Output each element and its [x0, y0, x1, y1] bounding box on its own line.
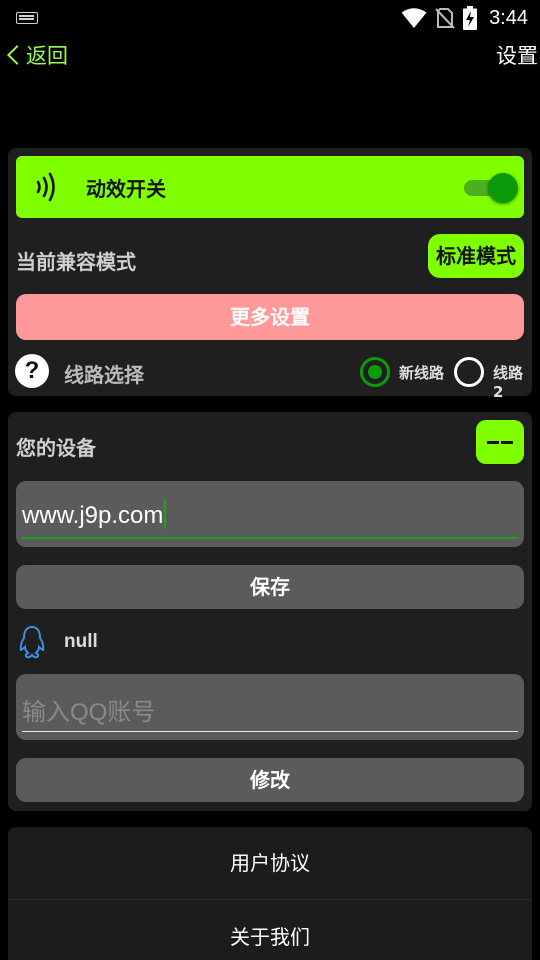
collapse-button[interactable]: [476, 420, 524, 464]
keyboard-icon: [16, 12, 38, 24]
back-button[interactable]: 返回: [4, 40, 68, 70]
no-sim-icon: [435, 7, 455, 29]
wifi-icon: [401, 7, 427, 29]
chevron-left-icon: [7, 45, 27, 65]
modify-button[interactable]: 修改: [16, 758, 524, 802]
top-bar: 返回 设置: [0, 36, 540, 76]
compat-mode-button[interactable]: 标准模式: [428, 234, 524, 278]
menu-item-user-agreement[interactable]: 用户协议: [8, 827, 532, 899]
input-underline: [22, 537, 518, 539]
effect-toggle[interactable]: [462, 171, 518, 203]
route-label: 线路选择: [64, 363, 144, 387]
battery-charging-icon: [463, 6, 478, 30]
effect-switch-label: 动效开关: [86, 177, 166, 201]
menu-item-about-us[interactable]: 关于我们: [8, 901, 532, 960]
toggle-thumb: [488, 173, 518, 203]
divider: [8, 899, 532, 900]
effects-card: 动效开关 当前兼容模式 标准模式 更多设置 ? 线路选择 新线路 线路2: [8, 148, 532, 401]
compat-mode-label: 当前兼容模式: [16, 250, 136, 274]
device-title: 您的设备: [16, 436, 96, 460]
effect-switch-row[interactable]: 动效开关: [16, 156, 524, 218]
vibration-icon: [34, 170, 62, 208]
page-title: 设置: [496, 44, 538, 68]
route-option-new-label[interactable]: 新线路: [399, 362, 444, 383]
status-bar: 3:44: [0, 0, 540, 36]
status-time: 3:44: [489, 6, 528, 29]
input-underline: [22, 730, 518, 732]
url-input-value[interactable]: www.j9p.com: [22, 499, 167, 530]
device-card: 您的设备 www.j9p.com 保存 null 输入QQ账号 修改: [8, 412, 532, 811]
url-input[interactable]: www.j9p.com: [16, 481, 524, 547]
back-label: 返回: [26, 44, 68, 68]
route-radio-new[interactable]: [360, 357, 390, 387]
qq-input[interactable]: 输入QQ账号: [16, 674, 524, 740]
route-radio-2[interactable]: [454, 357, 484, 387]
save-button[interactable]: 保存: [16, 565, 524, 609]
more-settings-button[interactable]: 更多设置: [16, 294, 524, 340]
qq-status: null: [64, 631, 98, 652]
help-icon[interactable]: ?: [15, 354, 49, 388]
status-icons: 3:44: [401, 4, 528, 32]
qq-penguin-icon: [18, 625, 46, 663]
text-caret: [164, 499, 167, 529]
menu-card: 用户协议 关于我们: [8, 827, 532, 960]
route-option-2-label[interactable]: 线路2: [493, 362, 532, 401]
qq-input-placeholder[interactable]: 输入QQ账号: [22, 692, 155, 727]
